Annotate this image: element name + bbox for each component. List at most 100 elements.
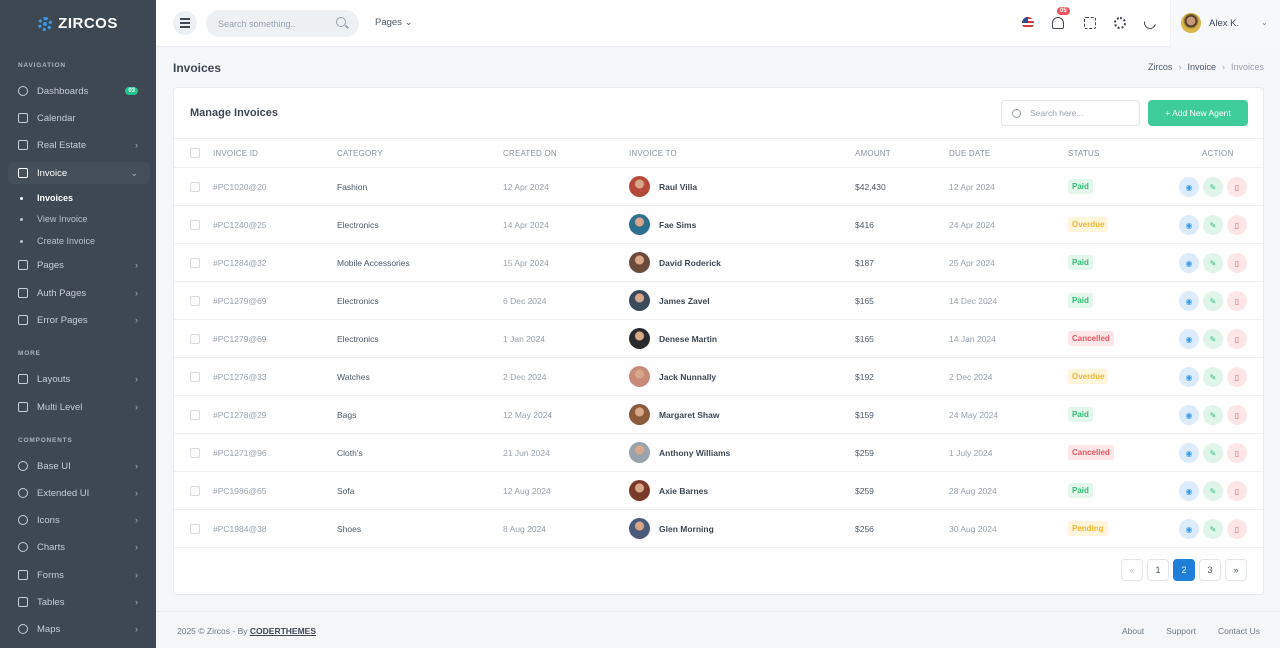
- invoice-id[interactable]: #PC1986@65: [213, 486, 267, 496]
- sidebar-subitem-view-invoice[interactable]: View Invoice: [20, 214, 87, 224]
- row-checkbox[interactable]: [190, 182, 200, 192]
- edit-button[interactable]: ✎: [1203, 367, 1223, 387]
- delete-button[interactable]: ▯: [1227, 519, 1247, 539]
- pagination-page[interactable]: 1: [1147, 559, 1169, 581]
- column-header[interactable]: CREATED ON: [503, 149, 557, 158]
- apps-icon[interactable]: [1084, 17, 1096, 29]
- sidebar-item-extended-ui[interactable]: Extended UI ›: [8, 482, 150, 504]
- sidebar-item-layouts[interactable]: Layouts ›: [8, 368, 150, 390]
- table-row[interactable]: #PC1020@20 Fashion 12 Apr 2024 Raul Villa $4…: [174, 168, 1263, 206]
- edit-button[interactable]: ✎: [1203, 443, 1223, 463]
- sidebar-item-base-ui[interactable]: Base UI ›: [8, 455, 150, 477]
- sidebar-item-auth-pages[interactable]: Auth Pages ›: [8, 282, 150, 304]
- breadcrumb-item[interactable]: Zircos: [1148, 62, 1173, 72]
- sidebar-subitem-invoices[interactable]: Invoices: [20, 193, 73, 203]
- delete-button[interactable]: ▯: [1227, 443, 1247, 463]
- column-header[interactable]: INVOICE ID: [213, 149, 258, 158]
- delete-button[interactable]: ▯: [1227, 329, 1247, 349]
- row-checkbox[interactable]: [190, 220, 200, 230]
- pagination-next[interactable]: »: [1225, 559, 1247, 581]
- sidebar-item-multi-level[interactable]: Multi Level ›: [8, 396, 150, 418]
- user-menu[interactable]: Alex K. ⌄: [1170, 0, 1280, 47]
- view-button[interactable]: ◉: [1179, 253, 1199, 273]
- moon-icon[interactable]: [1141, 14, 1159, 32]
- pagination-page[interactable]: 3: [1199, 559, 1221, 581]
- row-checkbox[interactable]: [190, 258, 200, 268]
- view-button[interactable]: ◉: [1179, 405, 1199, 425]
- sidebar-item-invoice[interactable]: Invoice ⌄: [8, 162, 150, 184]
- delete-button[interactable]: ▯: [1227, 215, 1247, 235]
- footer-link-contact[interactable]: Contact Us: [1218, 626, 1260, 636]
- edit-button[interactable]: ✎: [1203, 253, 1223, 273]
- pagination-page-active[interactable]: 2: [1173, 559, 1195, 581]
- view-button[interactable]: ◉: [1179, 519, 1199, 539]
- sidebar-item-tables[interactable]: Tables ›: [8, 591, 150, 613]
- edit-button[interactable]: ✎: [1203, 291, 1223, 311]
- add-new-agent-button[interactable]: + Add New Agent: [1148, 100, 1248, 126]
- table-row[interactable]: #PC1276@33 Watches 2 Dec 2024 Jack Nunnally…: [174, 358, 1263, 396]
- invoice-id[interactable]: #PC1279@69: [213, 334, 267, 344]
- column-header[interactable]: STATUS: [1068, 149, 1100, 158]
- pagination-prev[interactable]: «: [1121, 559, 1143, 581]
- invoice-id[interactable]: #PC1240@25: [213, 220, 267, 230]
- edit-button[interactable]: ✎: [1203, 177, 1223, 197]
- sidebar-item-real-estate[interactable]: Real Estate ›: [8, 134, 150, 156]
- table-row[interactable]: #PC1284@32 Mobile Accessories 15 Apr 2024 D…: [174, 244, 1263, 282]
- column-header[interactable]: AMOUNT: [855, 149, 891, 158]
- sidebar-item-maps[interactable]: Maps ›: [8, 618, 150, 640]
- brand[interactable]: ZIRCOS: [0, 0, 156, 47]
- edit-button[interactable]: ✎: [1203, 215, 1223, 235]
- table-row[interactable]: #PC1278@29 Bags 12 May 2024 Margaret Shaw $1…: [174, 396, 1263, 434]
- row-checkbox[interactable]: [190, 524, 200, 534]
- view-button[interactable]: ◉: [1179, 215, 1199, 235]
- select-all-checkbox[interactable]: [190, 148, 200, 158]
- sidebar-item-error-pages[interactable]: Error Pages ›: [8, 309, 150, 331]
- column-header[interactable]: CATEGORY: [337, 149, 383, 158]
- row-checkbox[interactable]: [190, 448, 200, 458]
- row-checkbox[interactable]: [190, 410, 200, 420]
- us-flag-icon[interactable]: [1022, 17, 1034, 29]
- invoice-id[interactable]: #PC1271@96: [213, 448, 267, 458]
- edit-button[interactable]: ✎: [1203, 329, 1223, 349]
- table-row[interactable]: #PC1271@96 Cloth's 21 Jun 2024 Anthony Will…: [174, 434, 1263, 472]
- table-row[interactable]: #PC1984@38 Shoes 8 Aug 2024 Glen Morning $25…: [174, 510, 1263, 548]
- invoice-id[interactable]: #PC1279@69: [213, 296, 267, 306]
- bell-icon[interactable]: [1052, 17, 1064, 29]
- invoice-id[interactable]: #PC1984@38: [213, 524, 267, 534]
- sidebar-item-forms[interactable]: Forms ›: [8, 564, 150, 586]
- delete-button[interactable]: ▯: [1227, 367, 1247, 387]
- view-button[interactable]: ◉: [1179, 367, 1199, 387]
- sidebar-item-pages[interactable]: Pages ›: [8, 254, 150, 276]
- delete-button[interactable]: ▯: [1227, 177, 1247, 197]
- edit-button[interactable]: ✎: [1203, 481, 1223, 501]
- view-button[interactable]: ◉: [1179, 291, 1199, 311]
- sidebar-item-charts[interactable]: Charts ›: [8, 536, 150, 558]
- delete-button[interactable]: ▯: [1227, 405, 1247, 425]
- delete-button[interactable]: ▯: [1227, 253, 1247, 273]
- sidebar-item-icons[interactable]: Icons ›: [8, 509, 150, 531]
- search-icon[interactable]: [336, 17, 346, 27]
- view-button[interactable]: ◉: [1179, 329, 1199, 349]
- pages-dropdown[interactable]: Pages ⌄: [375, 17, 413, 28]
- invoice-id[interactable]: #PC1276@33: [213, 372, 267, 382]
- row-checkbox[interactable]: [190, 372, 200, 382]
- gear-icon[interactable]: [1114, 17, 1126, 29]
- invoice-id[interactable]: #PC1278@29: [213, 410, 267, 420]
- breadcrumb-item[interactable]: Invoice: [1187, 62, 1216, 72]
- view-button[interactable]: ◉: [1179, 177, 1199, 197]
- edit-button[interactable]: ✎: [1203, 519, 1223, 539]
- sidebar-item-calendar[interactable]: Calendar: [8, 107, 150, 129]
- sidebar-subitem-create-invoice[interactable]: Create Invoice: [20, 236, 95, 246]
- invoice-id[interactable]: #PC1284@32: [213, 258, 267, 268]
- footer-link-about[interactable]: About: [1122, 626, 1144, 636]
- table-row[interactable]: #PC1986@65 Sofa 12 Aug 2024 Axie Barnes $259…: [174, 472, 1263, 510]
- column-header[interactable]: DUE DATE: [949, 149, 990, 158]
- table-search-input[interactable]: [1001, 100, 1140, 126]
- menu-toggle-button[interactable]: [173, 11, 197, 35]
- table-row[interactable]: #PC1279@69 Electronics 6 Dec 2024 James Zav…: [174, 282, 1263, 320]
- footer-link-support[interactable]: Support: [1166, 626, 1196, 636]
- table-row[interactable]: #PC1240@25 Electronics 14 Apr 2024 Fae Sims…: [174, 206, 1263, 244]
- row-checkbox[interactable]: [190, 296, 200, 306]
- author-link[interactable]: CODERTHEMES: [250, 626, 316, 636]
- table-row[interactable]: #PC1279@69 Electronics 1 Jan 2024 Denese Ma…: [174, 320, 1263, 358]
